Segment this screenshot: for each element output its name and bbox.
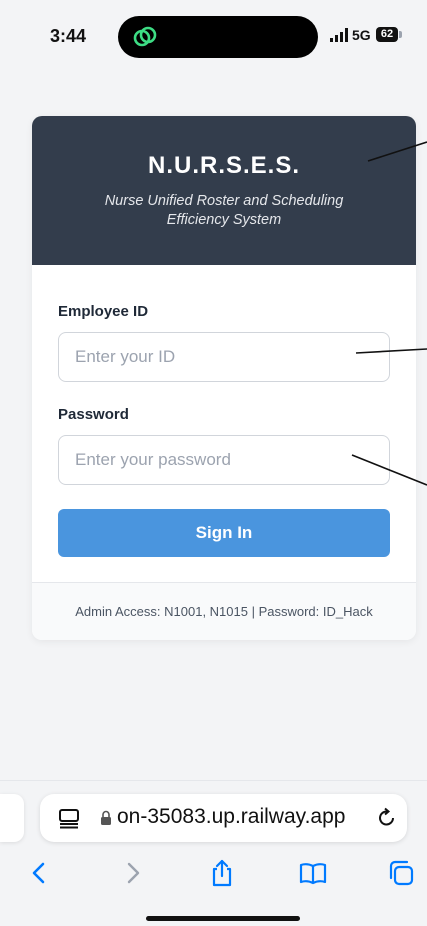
- sign-in-button[interactable]: Sign In: [58, 509, 390, 557]
- share-icon[interactable]: [207, 858, 237, 888]
- address-bar[interactable]: on-35083.up.railway.app: [40, 794, 407, 842]
- network-type: 5G: [352, 27, 371, 43]
- dynamic-island: [118, 16, 318, 58]
- app-title: N.U.R.S.E.S.: [147, 152, 301, 179]
- admin-access-note: Admin Access: N1001, N1015 | Password: I…: [32, 582, 416, 640]
- login-card: N.U.R.S.E.S. Nurse Unified Roster and Sc…: [32, 116, 416, 640]
- password-label: Password: [58, 406, 129, 423]
- battery-level: 62: [376, 27, 398, 42]
- tab-overview-icon[interactable]: [58, 807, 80, 829]
- home-indicator: [146, 916, 300, 921]
- lock-icon: [101, 810, 111, 825]
- chevron-left-icon[interactable]: [24, 858, 54, 888]
- status-time: 3:44: [50, 26, 87, 46]
- green-link-icon: [133, 26, 157, 47]
- tabs-icon[interactable]: [386, 858, 416, 888]
- url-text[interactable]: on-35083.up.railway.app: [117, 805, 345, 829]
- status-bar: 3:44 5G 62: [0, 0, 427, 78]
- signal-bars-icon: [330, 28, 348, 42]
- battery-tip: [399, 31, 402, 38]
- reload-icon[interactable]: [376, 807, 398, 829]
- app-subtitle: Nurse Unified Roster and Scheduling Effi…: [104, 193, 344, 228]
- chevron-right-icon[interactable]: [118, 858, 148, 888]
- book-icon[interactable]: [298, 858, 328, 888]
- previous-tab-peek[interactable]: [0, 794, 24, 842]
- employee-id-input[interactable]: [58, 332, 390, 382]
- login-header: N.U.R.S.E.S. Nurse Unified Roster and Sc…: [32, 116, 416, 265]
- login-form: Employee ID Password Sign In: [32, 265, 416, 557]
- employee-id-label: Employee ID: [58, 303, 149, 320]
- password-input[interactable]: [58, 435, 390, 485]
